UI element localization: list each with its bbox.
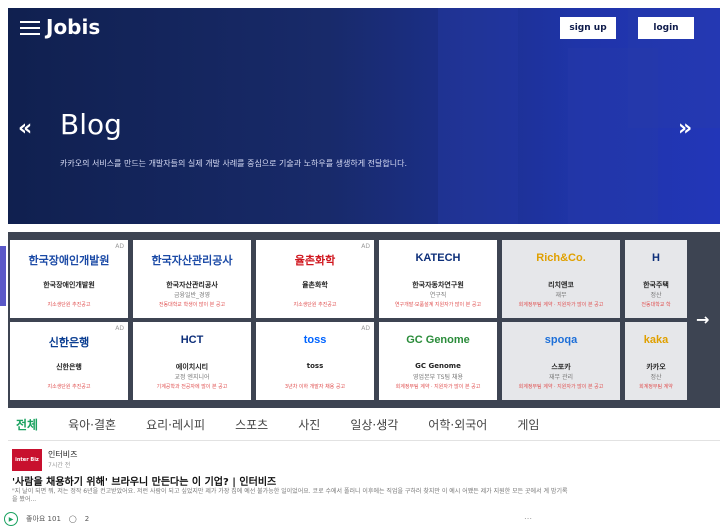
company-note: 회계정무팀 계약 · 지원자가 많이 본 공고 xyxy=(395,384,481,390)
post-source[interactable]: 인터비즈 xyxy=(48,449,77,460)
tab-divider xyxy=(8,440,720,441)
company-logo: 율촌화학 xyxy=(294,255,336,267)
company-logo: 한국자산관리공사 xyxy=(151,255,233,267)
company-logo: 신한은행 xyxy=(48,337,90,349)
company-card[interactable]: H 한국주택정산전동대학교 학 xyxy=(625,240,687,318)
hero-banner: Jobis sign up login « Blog 카카오의 서비스를 만드는… xyxy=(8,8,720,224)
tab-item[interactable]: 게임 xyxy=(517,416,539,438)
company-name: toss xyxy=(306,362,324,370)
like-count[interactable]: 좋아요 101 xyxy=(26,514,61,524)
company-name: 율촌화학 xyxy=(302,281,328,289)
company-name: 스포카 xyxy=(551,363,571,371)
ad-badge: AD xyxy=(115,243,124,250)
company-card[interactable]: HCT 에이치시티교정 엔지니어기계공학과 전공자에 많이 본 공고 xyxy=(133,322,251,400)
category-tabs: 전체 육아·결혼 요리·레시피 스포츠 사진 일상·생각 어학·외국어 게임 xyxy=(8,416,720,438)
company-sub: 연구직 xyxy=(429,292,447,299)
company-note: 3년차 이하 개발자 채용 공고 xyxy=(284,384,346,390)
company-strip: kaka 카카오 정산 회계정무팀 계약 spoqa 스포카 재무 관리 회계정무팀 계약 ·… xyxy=(8,232,720,408)
login-button[interactable]: login xyxy=(638,17,694,39)
share-icon[interactable]: ⋯ xyxy=(524,514,532,523)
company-name: 에이치시티 xyxy=(175,363,209,371)
company-note: 지소생단원 추진공고 xyxy=(293,302,337,308)
company-logo: HCT xyxy=(180,334,204,346)
hamburger-menu-icon[interactable] xyxy=(20,21,40,36)
company-name: 한국장애인개발원 xyxy=(43,281,95,289)
company-note: 회계정무팀 계약 xyxy=(639,384,673,390)
company-card[interactable]: AD 율촌화학 율촌화학 지소생단원 추진공고 xyxy=(256,240,374,318)
comment-icon[interactable]: ◯ xyxy=(69,515,77,523)
play-icon[interactable]: ▶ xyxy=(4,512,18,526)
company-logo: KATECH xyxy=(415,252,461,264)
tab-item[interactable]: 어학·외국어 xyxy=(428,416,487,438)
comment-count: 2 xyxy=(84,515,90,523)
company-card[interactable]: 한국자산관리공사 한국자산관리공사 금융일반_경영 전동대학교 학생이 많이 본 공고 xyxy=(133,240,251,318)
company-name: 신한은행 xyxy=(56,363,82,371)
company-sub: 재무 xyxy=(555,292,567,299)
company-logo: 한국장애인개발원 xyxy=(28,255,110,267)
company-card[interactable]: Rich&Co. 리치앤코재무회계정무팀 계약 · 지원자가 많이 본 공고 xyxy=(502,240,620,318)
company-name: GC Genome xyxy=(415,362,461,370)
company-card[interactable]: AD toss toss 3년차 이하 개발자 채용 공고 xyxy=(256,322,374,400)
company-note: 전동대학교 학 xyxy=(641,302,671,308)
company-card[interactable]: AD 신한은행 신한은행 지소생단원 추진공고 xyxy=(10,322,128,400)
next-slide-icon[interactable]: » xyxy=(678,116,692,141)
company-sub: 정산 xyxy=(650,374,662,381)
company-note: 기계공학과 전공자에 많이 본 공고 xyxy=(156,384,228,390)
company-sub: 정산 xyxy=(650,292,662,299)
hero-title: Blog xyxy=(60,108,122,141)
company-sub: 금융일반_경영 xyxy=(173,292,211,299)
company-sub: 재무 관리 xyxy=(549,374,573,381)
signup-button[interactable]: sign up xyxy=(560,17,616,39)
post-date: 7시간 전 xyxy=(48,462,71,469)
post-body: "지 날이 되면 뭐, 저는 정작 6년을 컨고받았어요. 저런 사람이 되고 … xyxy=(12,488,568,503)
company-sub: 영업본부 TS팀 채용 xyxy=(413,374,463,381)
company-logo: spoqa xyxy=(544,334,578,346)
tab-item[interactable]: 사진 xyxy=(298,416,320,438)
ad-badge: AD xyxy=(361,325,370,332)
tab-item[interactable]: 스포츠 xyxy=(235,416,268,438)
company-note: 회계정무팀 계약 · 지원자가 많이 본 공고 xyxy=(518,384,604,390)
page: Jobis sign up login « Blog 카카오의 서비스를 만드는… xyxy=(0,0,720,527)
company-note: 연구개발·모품설계 지원자가 많이 본 공고 xyxy=(394,302,482,308)
company-name: 카카오 xyxy=(646,363,666,371)
ad-badge: AD xyxy=(115,325,124,332)
company-card[interactable]: kaka 카카오정산회계정무팀 계약 xyxy=(625,322,687,400)
side-accent-bar xyxy=(0,246,6,306)
company-name: 리치앤코 xyxy=(548,281,574,289)
post-title[interactable]: '사람을 채용하기 위해' 브라우니 만든다는 이 기업? | 인터비즈 xyxy=(12,473,276,488)
company-name: 한국자산관리공사 xyxy=(166,281,218,289)
tab-item[interactable]: 육아·결혼 xyxy=(68,416,116,438)
company-card[interactable]: AD 한국장애인개발원 한국장애인개발원 지소생단원 추진공고 xyxy=(10,240,128,318)
company-card[interactable]: KATECH 한국자동차연구원연구직연구개발·모품설계 지원자가 많이 본 공고 xyxy=(379,240,497,318)
company-name: 한국주택 xyxy=(643,281,669,289)
company-logo: kaka xyxy=(643,334,669,346)
company-note: 회계정무팀 계약 · 지원자가 많이 본 공고 xyxy=(518,302,604,308)
tab-item[interactable]: 일상·생각 xyxy=(350,416,398,438)
post-meta: ▶ 좋아요 101 ◯ 2 xyxy=(4,512,89,526)
company-card[interactable]: GC Genome GC Genome 영업본부 TS팀 채용회계정무팀 계약 · … xyxy=(379,322,497,400)
company-card[interactable]: spoqa 스포카재무 관리회계정무팀 계약 · 지원자가 많이 본 공고 xyxy=(502,322,620,400)
hero-description: 카카오의 서비스를 만드는 개발자들의 실제 개발 사례를 중심으로 기술과 노… xyxy=(60,159,407,168)
tab-item[interactable]: 전체 xyxy=(16,416,38,438)
company-note: 지소생단원 추진공고 xyxy=(47,384,91,390)
prev-slide-icon[interactable]: « xyxy=(18,116,32,141)
company-logo: Rich&Co. xyxy=(536,252,586,264)
tab-item[interactable]: 요리·레시피 xyxy=(146,416,205,438)
company-sub: 교정 엔지니어 xyxy=(174,374,210,381)
strip-next-icon[interactable]: → xyxy=(696,310,709,329)
brand-logo[interactable]: Jobis xyxy=(46,15,100,39)
company-note: 전동대학교 학생이 많이 본 공고 xyxy=(158,302,226,308)
ad-badge: AD xyxy=(361,243,370,250)
post-avatar[interactable]: inter Biz xyxy=(12,449,42,471)
company-logo: toss xyxy=(303,334,327,346)
company-logo: H xyxy=(652,252,660,264)
company-name: 한국자동차연구원 xyxy=(412,281,464,289)
company-logo: GC Genome xyxy=(406,334,470,346)
top-bar: Jobis sign up login xyxy=(8,8,720,48)
company-note: 지소생단원 추진공고 xyxy=(47,302,91,308)
